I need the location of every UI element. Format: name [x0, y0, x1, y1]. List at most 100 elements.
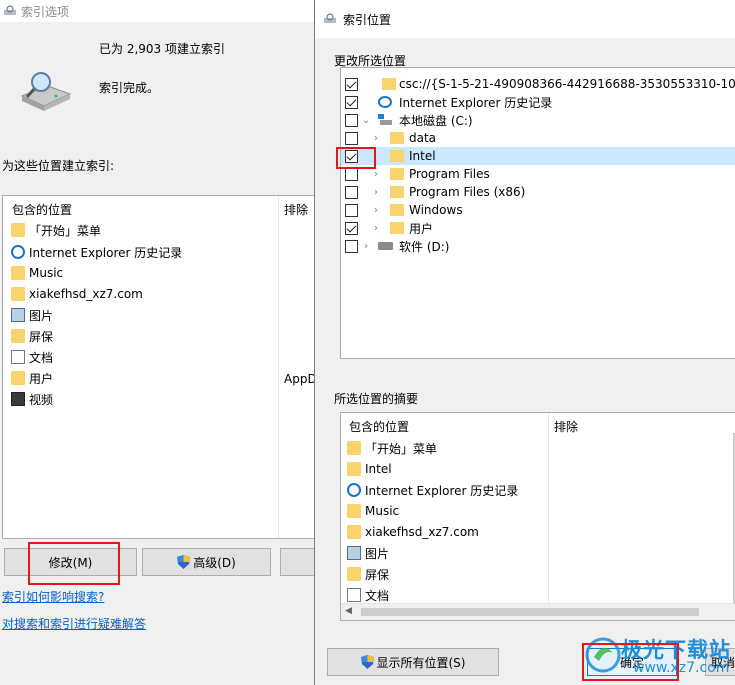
- tree-item-label: 软件 (D:): [399, 239, 450, 254]
- tree-item[interactable]: csc://{S-1-5-21-490908366-442916688-3530…: [341, 75, 735, 93]
- ie-icon: [347, 483, 361, 497]
- tree-checkbox[interactable]: [345, 185, 358, 199]
- selected-locations-summary[interactable]: 包含的位置 排除 「开始」菜单 Intel Internet Explorer …: [340, 412, 735, 621]
- tree-checkbox[interactable]: [345, 239, 358, 253]
- tree-checkbox[interactable]: [345, 113, 358, 127]
- list-item[interactable]: Music: [11, 263, 63, 283]
- folder-icon: [390, 150, 404, 162]
- folder-icon: [347, 462, 361, 476]
- list-item[interactable]: 屏保: [347, 564, 389, 584]
- list-item[interactable]: 图片: [347, 543, 389, 563]
- list-item[interactable]: Music: [347, 501, 399, 521]
- window-title: 索引选项: [21, 4, 70, 19]
- folder-icon: [11, 287, 25, 301]
- tree-item-label: 用户: [409, 221, 434, 236]
- list-item[interactable]: 屏保: [11, 326, 53, 346]
- advanced-button[interactable]: 高级(D): [142, 548, 271, 576]
- tree-item[interactable]: ⌄ 本地磁盘 (C:): [341, 111, 735, 129]
- column-header-included[interactable]: 包含的位置: [12, 201, 72, 218]
- tree-checkbox[interactable]: [345, 167, 358, 181]
- dialog-title-bar: 索引位置: [315, 0, 735, 38]
- indexed-locations-list[interactable]: 包含的位置 排除 「开始」菜单 Internet Explorer 历史记录 M…: [2, 195, 320, 539]
- tree-item-label: 本地磁盘 (C:): [399, 113, 473, 128]
- list-item-label: Music: [365, 504, 400, 518]
- list-item[interactable]: xiakefhsd_xz7.com: [347, 522, 479, 542]
- column-header-excluded[interactable]: 排除: [284, 201, 308, 218]
- chevron-right-icon[interactable]: ›: [371, 187, 381, 198]
- tree-item-label: Internet Explorer 历史记录: [399, 95, 553, 110]
- list-item-label: 文档: [29, 350, 54, 365]
- indexed-locations-dialog: 索引位置 更改所选位置 csc://{S-1-5-21-490908366-44…: [314, 0, 735, 685]
- chevron-right-icon[interactable]: ›: [361, 241, 371, 252]
- scrollbar-thumb[interactable]: [361, 608, 699, 616]
- list-item[interactable]: Internet Explorer 历史记录: [347, 480, 518, 500]
- tree-item[interactable]: › 软件 (D:): [341, 237, 735, 255]
- tree-checkbox[interactable]: [345, 77, 358, 91]
- list-item-label: xiakefhsd_xz7.com: [29, 287, 143, 301]
- list-item[interactable]: 文档: [11, 347, 53, 367]
- column-divider[interactable]: [548, 413, 549, 603]
- folder-icon: [390, 186, 404, 198]
- ie-icon: [378, 96, 392, 108]
- uac-shield-icon: [177, 555, 191, 569]
- horizontal-scrollbar[interactable]: ◀: [341, 603, 735, 620]
- indexed-item-count: 已为 2,903 项建立索引: [99, 42, 225, 56]
- list-item[interactable]: 用户: [11, 368, 53, 388]
- tree-item[interactable]: › 用户: [341, 219, 735, 237]
- tree-item[interactable]: › Windows: [341, 201, 735, 219]
- chevron-right-icon[interactable]: ›: [371, 133, 381, 144]
- list-item[interactable]: 图片: [11, 305, 53, 325]
- tree-item[interactable]: › Program Files: [341, 165, 735, 183]
- videos-icon: [11, 392, 25, 406]
- show-all-locations-button[interactable]: 显示所有位置(S): [327, 648, 499, 676]
- folder-icon: [390, 168, 404, 180]
- dialog-title: 索引位置: [343, 12, 392, 27]
- tree-item-label: Program Files (x86): [409, 185, 526, 199]
- folder-icon: [347, 504, 361, 518]
- folder-icon: [11, 266, 25, 280]
- list-item-label: 视频: [29, 392, 54, 407]
- folder-icon: [390, 222, 404, 234]
- list-item[interactable]: xiakefhsd_xz7.com: [11, 284, 143, 304]
- how-indexing-affects-search-link[interactable]: 索引如何影响搜索?: [2, 588, 104, 605]
- tree-item[interactable]: › Program Files (x86): [341, 183, 735, 201]
- list-item[interactable]: 「开始」菜单: [11, 220, 101, 240]
- chevron-right-icon[interactable]: ›: [371, 205, 381, 216]
- ie-icon: [11, 245, 25, 259]
- tree-item[interactable]: Internet Explorer 历史记录: [341, 93, 735, 111]
- documents-icon: [347, 588, 361, 602]
- pictures-icon: [11, 308, 25, 322]
- indexed-locations-label: 为这些位置建立索引:: [2, 159, 115, 173]
- list-item-label: Intel: [365, 462, 392, 476]
- tree-item[interactable]: › data: [341, 129, 735, 147]
- chevron-right-icon[interactable]: ›: [371, 169, 381, 180]
- tree-checkbox[interactable]: [345, 95, 358, 109]
- list-item[interactable]: 视频: [11, 389, 53, 409]
- troubleshoot-search-link[interactable]: 对搜索和索引进行疑难解答: [2, 615, 146, 632]
- list-item[interactable]: 「开始」菜单: [347, 438, 437, 458]
- locations-tree[interactable]: csc://{S-1-5-21-490908366-442916688-3530…: [340, 67, 735, 359]
- folder-icon: [11, 329, 25, 343]
- documents-icon: [11, 350, 25, 364]
- chevron-right-icon[interactable]: ›: [371, 223, 381, 234]
- list-item[interactable]: 文档: [347, 585, 389, 605]
- summary-label: 所选位置的摘要: [334, 392, 419, 406]
- column-header-excluded[interactable]: 排除: [554, 418, 578, 435]
- scroll-left-icon[interactable]: ◀: [345, 606, 352, 616]
- network-drive-icon: [378, 114, 392, 125]
- column-header-included[interactable]: 包含的位置: [349, 418, 409, 435]
- list-item-label: 图片: [29, 308, 54, 323]
- chevron-down-icon[interactable]: ⌄: [361, 115, 371, 126]
- tree-item-label: Windows: [409, 203, 463, 217]
- list-item-label: 屏保: [365, 567, 390, 582]
- tree-checkbox[interactable]: [345, 203, 358, 217]
- tree-checkbox[interactable]: [345, 131, 358, 145]
- tree-item-selected[interactable]: Intel: [341, 147, 735, 165]
- highlight-ok-annotation: [582, 643, 679, 681]
- tree-checkbox[interactable]: [345, 221, 358, 235]
- column-divider[interactable]: [278, 196, 279, 538]
- search-drive-icon: [324, 13, 336, 23]
- list-item[interactable]: Intel: [347, 459, 392, 479]
- list-item-label: 「开始」菜单: [365, 441, 438, 456]
- list-item[interactable]: Internet Explorer 历史记录: [11, 242, 182, 262]
